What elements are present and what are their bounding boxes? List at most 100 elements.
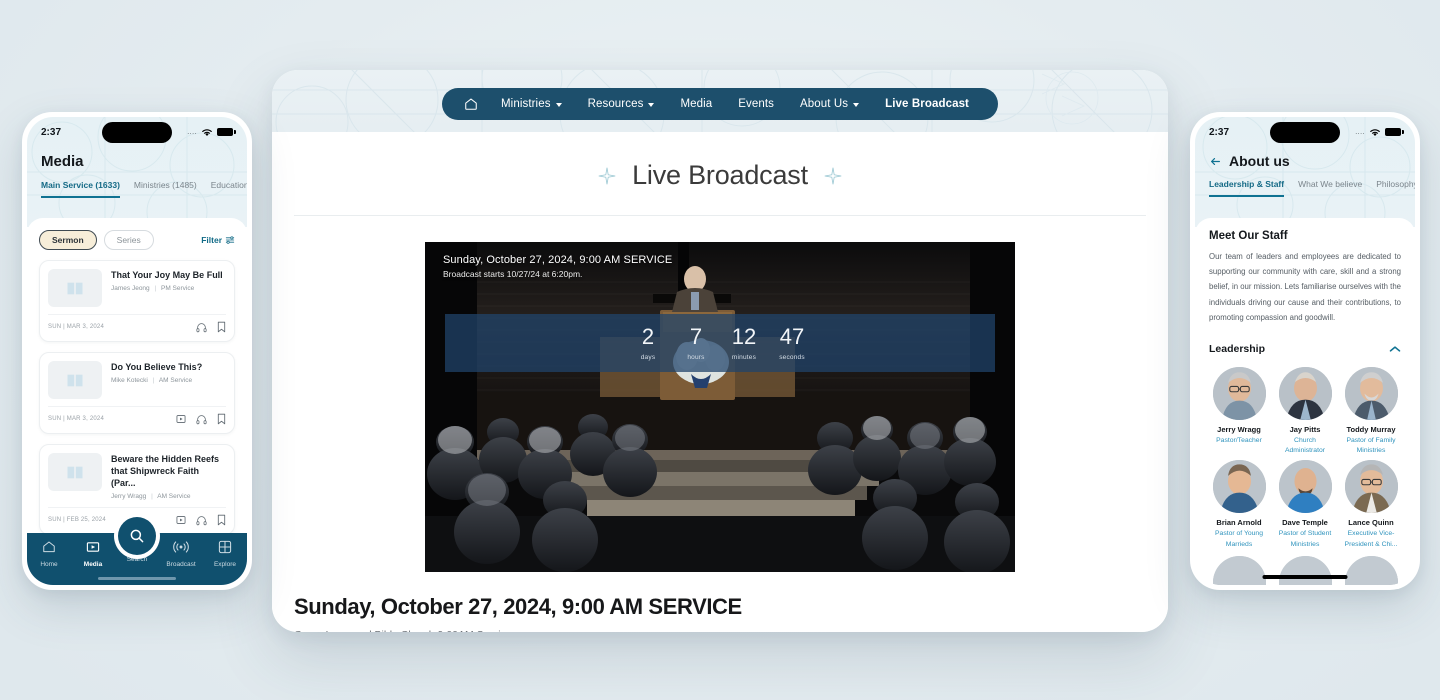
card-thumbnail: [48, 269, 102, 307]
tab-education[interactable]: Education: [211, 180, 247, 198]
filter-button[interactable]: Filter: [201, 235, 235, 245]
chevron-up-icon[interactable]: [1389, 345, 1401, 353]
wifi-icon: [202, 128, 212, 136]
staff-card[interactable]: [1275, 555, 1335, 585]
staff-name: Brian Arnold: [1216, 518, 1262, 528]
tablet-header: Ministries Resources Media Events About …: [272, 70, 1168, 132]
phone-device-about: 2:37 .... About us Leadership & Staff Wh…: [1190, 112, 1420, 590]
staff-role: Pastor of Student Ministries: [1278, 530, 1332, 548]
staff-grid-next-row: [1209, 555, 1401, 585]
chip-series[interactable]: Series: [103, 230, 154, 250]
nav-item-about-us[interactable]: About Us: [787, 98, 872, 110]
broadcast-icon: [173, 541, 189, 553]
countdown-value: 7: [689, 323, 703, 349]
avatar-photo: [1212, 460, 1266, 514]
tab-what-we-believe[interactable]: What We believe: [1298, 179, 1362, 197]
nav-label: Ministries: [501, 98, 551, 110]
bookmark-icon[interactable]: [217, 321, 226, 333]
bottom-nav-label: Home: [40, 561, 58, 568]
nav-item-media[interactable]: Media: [667, 98, 725, 110]
phone-screen-media: 2:37 .... Media Main Service (1633) Mini…: [27, 117, 247, 585]
headphones-icon[interactable]: [196, 414, 207, 425]
avatar-photo: [1344, 367, 1398, 421]
staff-card[interactable]: Brian Arnold Pastor of Young Marrieds: [1209, 460, 1269, 549]
card-actions[interactable]: [196, 321, 226, 333]
broadcast-overlay-text: Sunday, October 27, 2024, 9:00 AM SERVIC…: [443, 254, 672, 279]
sanctuary-photo: [425, 242, 1015, 572]
countdown-hours: 7 hours: [672, 323, 720, 361]
tab-leadership-staff[interactable]: Leadership & Staff: [1209, 179, 1285, 197]
staff-card[interactable]: Lance Quinn Executive Vice-President & C…: [1341, 460, 1401, 549]
card-actions[interactable]: [176, 413, 226, 425]
bottom-nav-broadcast[interactable]: Broadcast: [161, 540, 201, 568]
nav-item-resources[interactable]: Resources: [575, 98, 668, 110]
bookmark-icon[interactable]: [217, 413, 226, 425]
arrow-left-icon[interactable]: [1209, 155, 1222, 168]
bottom-nav-label: Broadcast: [166, 561, 196, 568]
avatar-photo: [1278, 555, 1332, 585]
card-title: Do You Believe This?: [111, 362, 203, 372]
sparkle-icon-left: [598, 167, 616, 184]
headphones-icon[interactable]: [196, 515, 207, 526]
staff-card[interactable]: Jay Pitts Church Administrator: [1275, 367, 1335, 456]
countdown-seconds: 47 seconds: [768, 323, 816, 361]
status-bar: 2:37 ....: [27, 117, 247, 147]
staff-name: Lance Quinn: [1348, 518, 1394, 528]
main-navigation[interactable]: Ministries Resources Media Events About …: [442, 88, 998, 120]
nav-label: Live Broadcast: [885, 98, 969, 110]
staff-role: Pastor/Teacher: [1216, 437, 1262, 445]
nav-item-live-broadcast[interactable]: Live Broadcast: [872, 98, 982, 110]
about-tabs[interactable]: Leadership & Staff What We believe Philo…: [1195, 169, 1415, 197]
nav-item-ministries[interactable]: Ministries: [488, 98, 575, 110]
avatar: [1344, 367, 1398, 421]
headphones-icon[interactable]: [196, 322, 207, 333]
chip-sermon[interactable]: Sermon: [39, 230, 97, 250]
staff-card[interactable]: [1341, 555, 1401, 585]
staff-name: Jerry Wragg: [1217, 425, 1261, 435]
staff-role: Pastor of Young Marrieds: [1215, 530, 1263, 548]
staff-card[interactable]: Dave Temple Pastor of Student Ministries: [1275, 460, 1335, 549]
bottom-nav-media[interactable]: Media: [73, 540, 113, 568]
staff-card[interactable]: Toddy Murray Pastor of Family Ministries: [1341, 367, 1401, 456]
list-item[interactable]: That Your Joy May Be Full James Jeong | …: [39, 260, 235, 342]
signal-icon: ....: [187, 128, 197, 136]
broadcast-title: Sunday, October 27, 2024, 9:00 AM SERVIC…: [294, 594, 742, 619]
live-broadcast-player[interactable]: Sunday, October 27, 2024, 9:00 AM SERVIC…: [425, 242, 1015, 572]
chevron-down-icon: [648, 102, 655, 107]
leadership-title: Leadership: [1209, 343, 1266, 356]
countdown-days: 2 days: [624, 325, 672, 361]
bottom-nav-home[interactable]: Home: [29, 540, 69, 568]
section-body: Our team of leaders and employees are de…: [1209, 252, 1401, 322]
card-meta: Mike Kotecki | AM Service: [111, 377, 202, 384]
list-item[interactable]: Do You Believe This? Mike Kotecki | AM S…: [39, 352, 235, 434]
card-actions[interactable]: [176, 514, 226, 526]
chevron-down-icon: [555, 102, 562, 107]
tab-main-service[interactable]: Main Service (1633): [41, 180, 120, 198]
countdown-timer: 2 days 7 hours 12 minutes 47 seconds: [445, 314, 995, 372]
phone-screen-about: 2:37 .... About us Leadership & Staff Wh…: [1195, 117, 1415, 585]
status-time: 2:37: [41, 126, 62, 138]
page-title-row: Live Broadcast: [272, 132, 1168, 215]
search-fab-button[interactable]: [118, 517, 156, 555]
tab-ministries[interactable]: Ministries (1485): [134, 180, 197, 198]
broadcast-caption: Sunday, October 27, 2024, 9:00 AM SERVIC…: [294, 572, 1146, 632]
countdown-value: 47: [779, 323, 805, 349]
staff-role: Executive Vice-President & Chi...: [1344, 530, 1398, 548]
staff-card[interactable]: Jerry Wragg Pastor/Teacher: [1209, 367, 1269, 456]
media-tabs[interactable]: Main Service (1633) Ministries (1485) Ed…: [27, 170, 247, 198]
card-service: AM Service: [157, 493, 191, 501]
card-thumbnail: [48, 453, 102, 491]
staff-card[interactable]: [1209, 555, 1269, 585]
bookmark-icon[interactable]: [217, 514, 226, 526]
staff-role: Church Administrator: [1284, 437, 1326, 455]
avatar-photo: [1344, 555, 1398, 585]
bottom-nav-explore[interactable]: Explore: [205, 540, 245, 568]
video-icon[interactable]: [176, 414, 186, 424]
video-icon[interactable]: [176, 515, 186, 525]
leadership-accordion-header[interactable]: Leadership: [1209, 343, 1401, 355]
nav-home-button[interactable]: [458, 97, 488, 111]
tab-philosophy[interactable]: Philosophy: [1376, 179, 1415, 197]
nav-item-events[interactable]: Events: [725, 98, 787, 110]
signal-icon: ....: [1355, 128, 1365, 136]
dynamic-island: [1270, 122, 1340, 143]
